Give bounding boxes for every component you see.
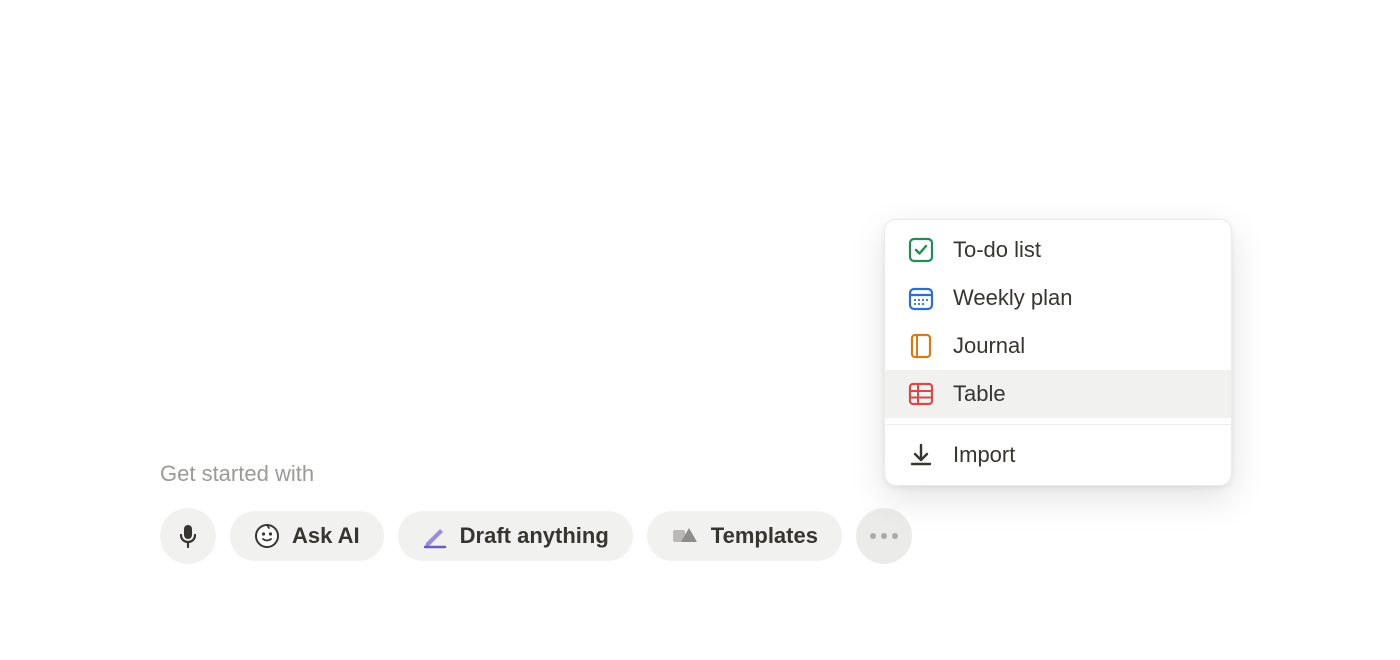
menu-item-label: Weekly plan [953, 285, 1072, 311]
more-options-menu: To-do list Weekly plan Journal [884, 219, 1232, 486]
templates-label: Templates [711, 523, 818, 549]
menu-item-table[interactable]: Table [885, 370, 1231, 418]
ai-face-icon [254, 523, 280, 549]
menu-item-label: Table [953, 381, 1006, 407]
menu-item-label: To-do list [953, 237, 1041, 263]
ask-ai-label: Ask AI [292, 523, 360, 549]
menu-item-weekly-plan[interactable]: Weekly plan [885, 274, 1231, 322]
import-icon [907, 441, 935, 469]
get-started-label: Get started with [160, 461, 314, 487]
menu-item-label: Import [953, 442, 1015, 468]
table-icon [907, 380, 935, 408]
todo-checkbox-icon [907, 236, 935, 264]
dictate-button[interactable] [160, 508, 216, 564]
menu-item-import[interactable]: Import [885, 431, 1231, 479]
ellipsis-icon [870, 533, 898, 539]
menu-item-label: Journal [953, 333, 1025, 359]
pencil-icon [422, 523, 448, 549]
microphone-icon [177, 524, 199, 548]
menu-item-journal[interactable]: Journal [885, 322, 1231, 370]
journal-icon [907, 332, 935, 360]
shapes-icon [671, 524, 699, 548]
calendar-icon [907, 284, 935, 312]
menu-item-todo[interactable]: To-do list [885, 226, 1231, 274]
menu-divider [885, 424, 1231, 425]
draft-anything-button[interactable]: Draft anything [398, 511, 633, 561]
starter-row: Ask AI Draft anything Templates [160, 508, 912, 564]
more-options-button[interactable] [856, 508, 912, 564]
draft-anything-label: Draft anything [460, 523, 609, 549]
ask-ai-button[interactable]: Ask AI [230, 511, 384, 561]
templates-button[interactable]: Templates [647, 511, 842, 561]
